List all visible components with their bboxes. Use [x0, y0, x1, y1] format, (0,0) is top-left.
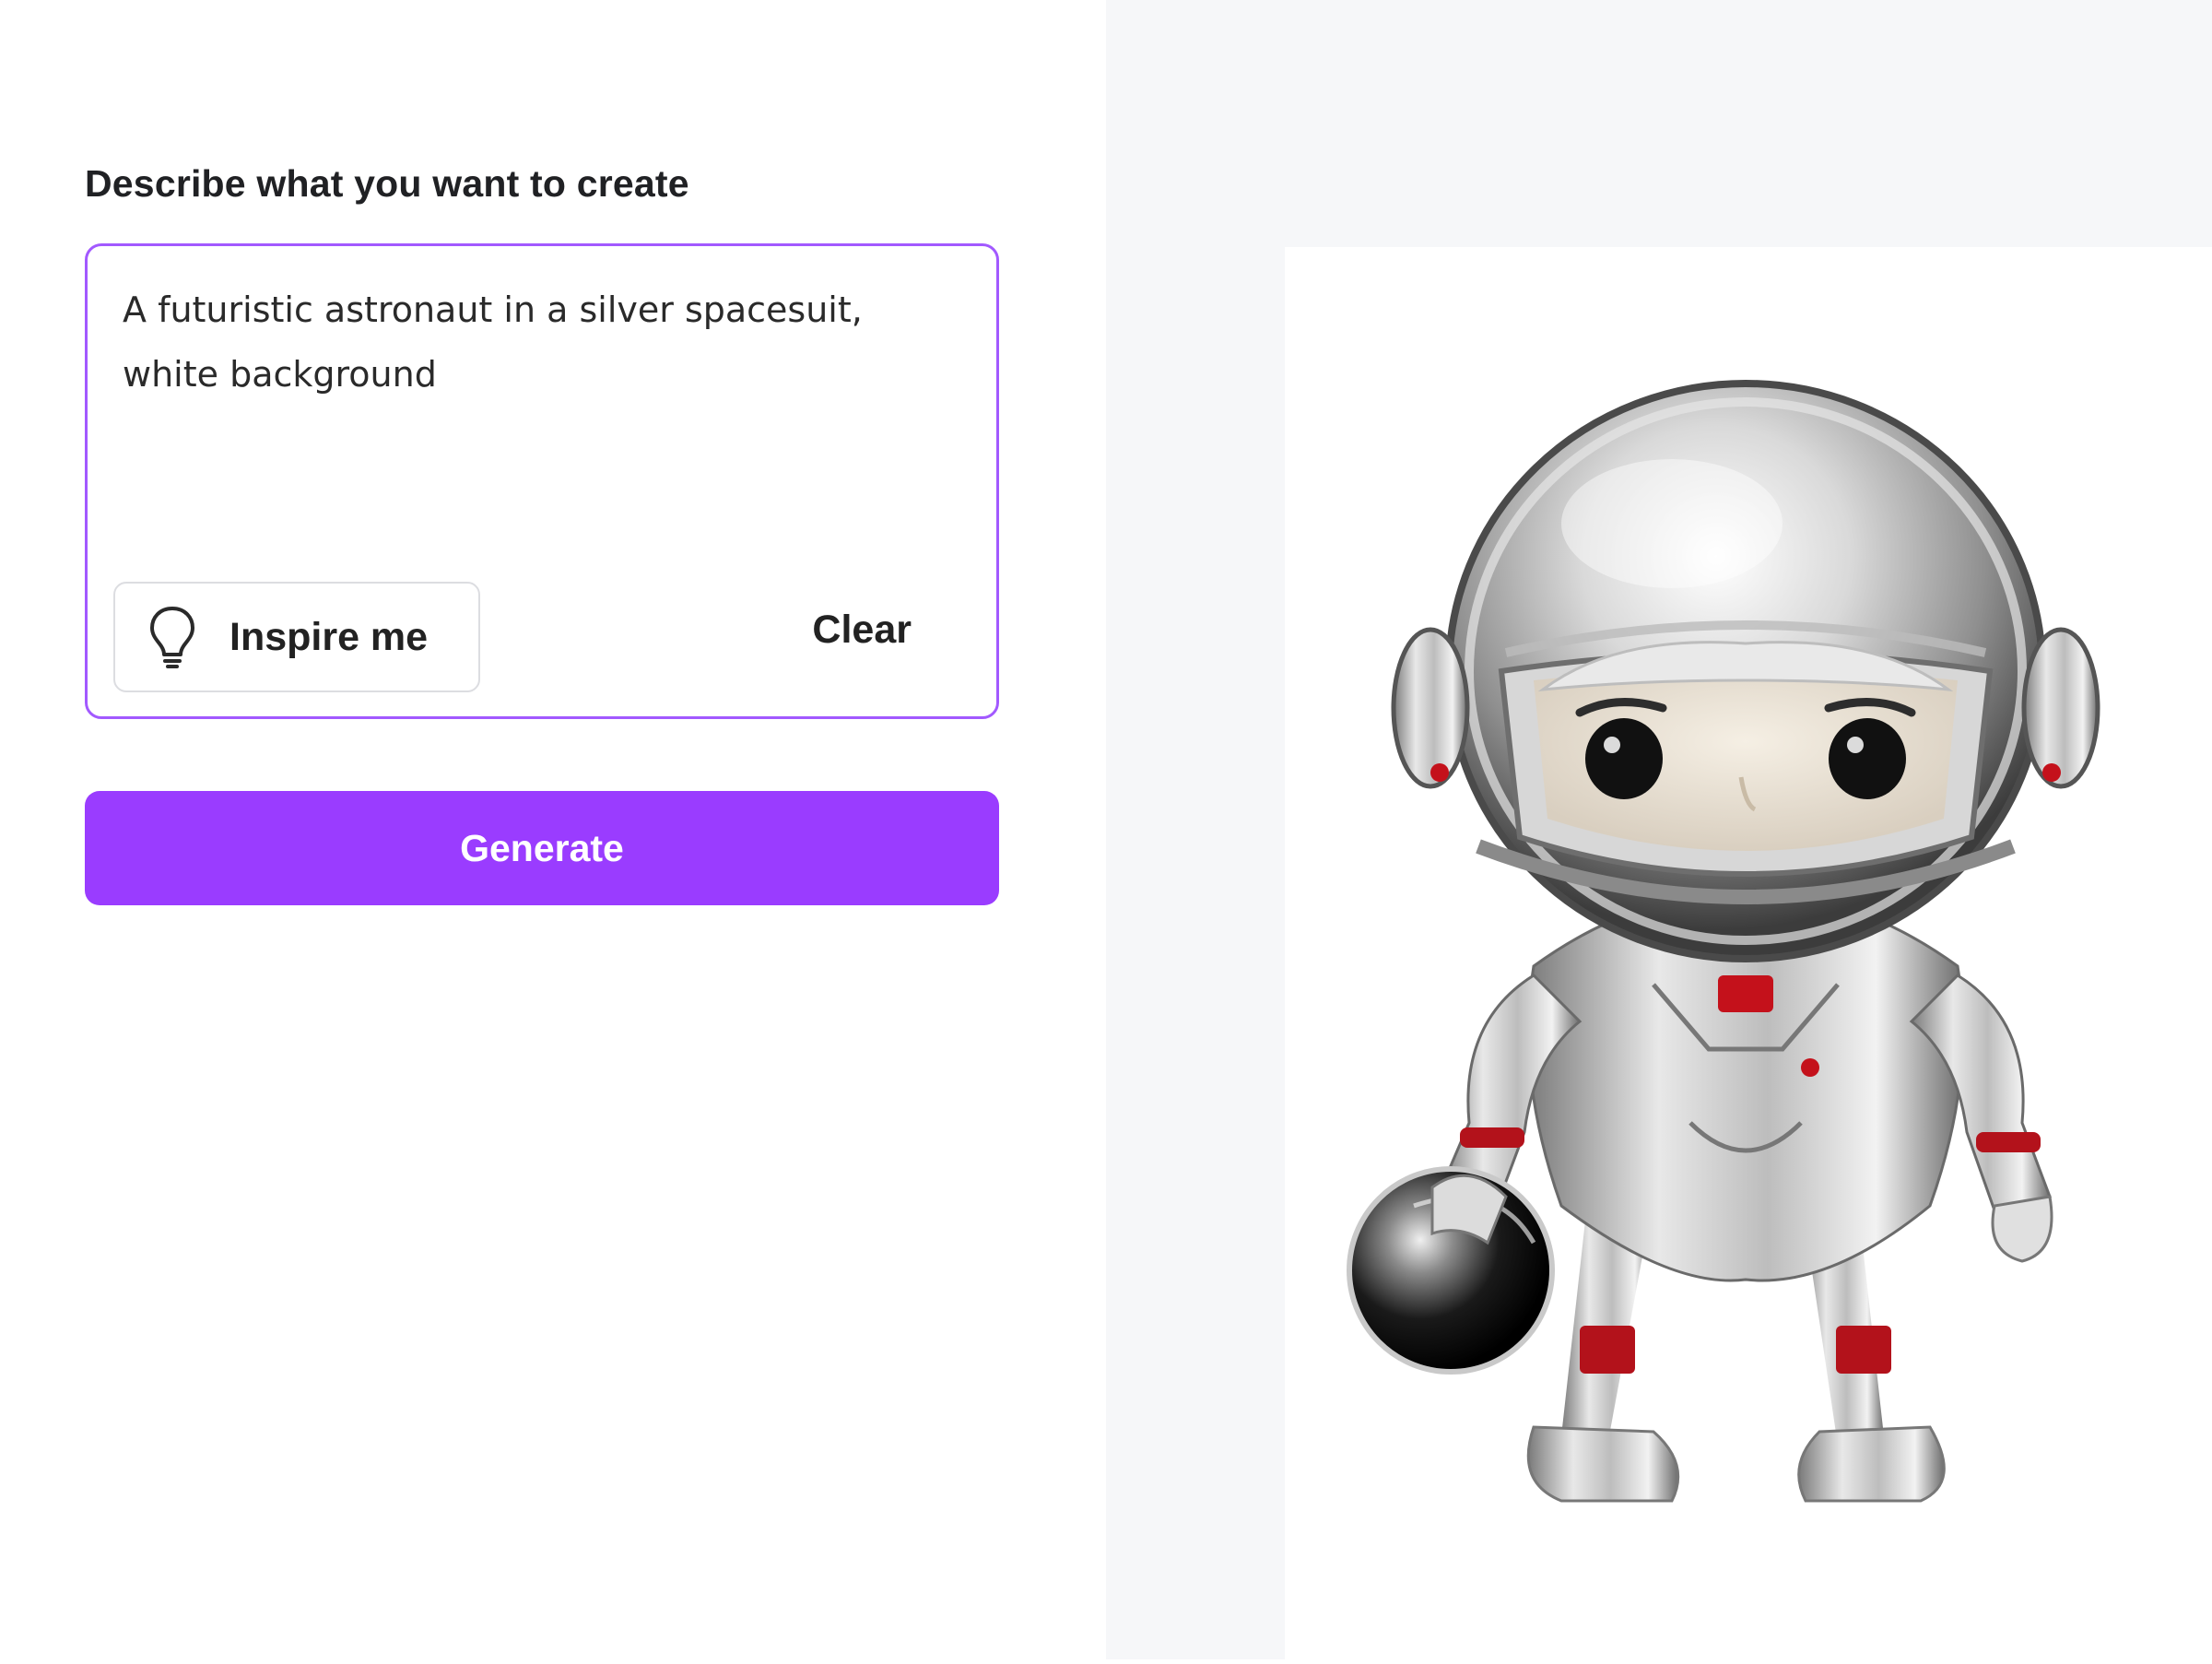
prompt-textarea[interactable]: A futuristic astronaut in a silver space…	[85, 243, 999, 719]
prompt-text[interactable]: A futuristic astronaut in a silver space…	[123, 277, 971, 407]
inspire-me-button[interactable]: Inspire me	[113, 582, 480, 692]
astronaut-figure	[1347, 380, 2100, 1503]
inspire-me-label: Inspire me	[229, 614, 429, 659]
lightbulb-icon	[148, 605, 196, 669]
prompt-label: Describe what you want to create	[85, 162, 689, 205]
clear-button[interactable]: Clear	[812, 608, 912, 653]
generate-button[interactable]: Generate	[85, 791, 999, 905]
prompt-panel: Describe what you want to create A futur…	[0, 0, 1106, 1659]
generated-image[interactable]	[1285, 247, 2212, 1659]
